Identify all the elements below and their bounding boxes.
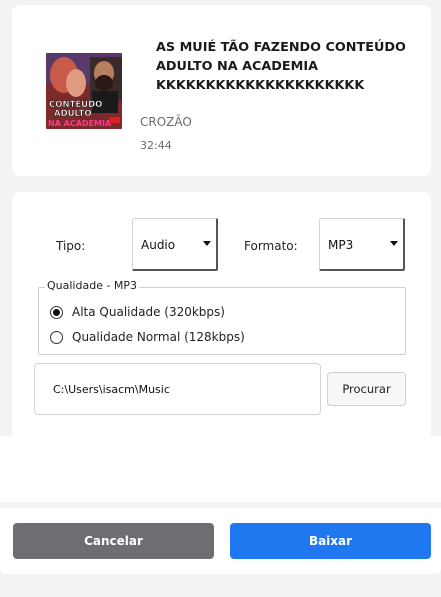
quality-option-normal[interactable]: Qualidade Normal (128kbps): [50, 330, 245, 344]
panel-spacer: [0, 436, 441, 502]
quality-option-high[interactable]: Alta Qualidade (320kbps): [50, 305, 225, 319]
format-select[interactable]: MP3: [319, 218, 405, 271]
action-bar: Cancelar Baixar: [0, 508, 441, 574]
video-duration: 32:44: [140, 139, 172, 152]
quality-option-label: Qualidade Normal (128kbps): [72, 330, 245, 344]
video-info-card: CONTEÚDO ADULTO NA ACADEMIA AS MUIÉ TÃO …: [12, 5, 431, 176]
video-thumbnail: CONTEÚDO ADULTO NA ACADEMIA: [46, 53, 122, 129]
type-select[interactable]: Audio: [132, 218, 218, 271]
thumbnail-text-3: NA ACADEMIA: [48, 119, 112, 128]
format-select-value: MP3: [328, 238, 354, 252]
quality-group: Qualidade - MP3 Alta Qualidade (320kbps)…: [38, 279, 406, 355]
output-path-field[interactable]: C:\Users\isacm\Music: [34, 363, 321, 415]
thumbnail-text-2: ADULTO: [54, 109, 92, 119]
radio-unselected-icon[interactable]: [50, 330, 63, 344]
chevron-down-icon: [390, 241, 398, 246]
quality-option-label: Alta Qualidade (320kbps): [72, 305, 225, 319]
browse-button[interactable]: Procurar: [327, 372, 406, 406]
quality-group-legend: Qualidade - MP3: [45, 279, 140, 292]
output-path-value: C:\Users\isacm\Music: [53, 383, 170, 396]
channel-name: CROZÃO: [140, 115, 192, 129]
cancel-button[interactable]: Cancelar: [13, 523, 214, 559]
type-label: Tipo:: [56, 239, 86, 253]
format-label: Formato:: [244, 239, 298, 253]
video-title: AS MUIÉ TÃO FAZENDO CONTEÚDO ADULTO NA A…: [156, 40, 406, 93]
thumbnail-image: CONTEÚDO ADULTO NA ACADEMIA: [46, 53, 122, 129]
radio-selected-icon[interactable]: [50, 305, 63, 319]
chevron-down-icon: [203, 241, 211, 246]
download-button[interactable]: Baixar: [230, 523, 431, 559]
type-select-value: Audio: [141, 238, 176, 252]
